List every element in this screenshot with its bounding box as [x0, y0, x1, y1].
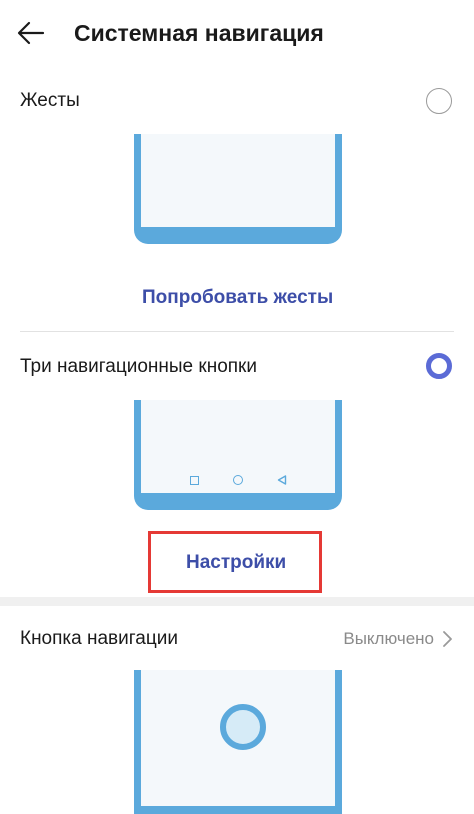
chevron-right-icon[interactable] [440, 630, 454, 648]
three-buttons-preview-image [134, 400, 342, 510]
recents-square-icon [189, 475, 199, 485]
gestures-radio[interactable] [426, 88, 452, 114]
home-circle-icon [232, 475, 243, 485]
nav-button-preview-image [134, 670, 342, 814]
try-gestures-link[interactable]: Попробовать жесты [142, 287, 333, 309]
back-triangle-icon [277, 475, 286, 485]
nav-button-status: Выключено [343, 629, 434, 648]
app-bar: Системная навигация [0, 0, 474, 72]
gestures-preview-image [134, 134, 342, 244]
three-buttons-radio[interactable] [426, 353, 452, 379]
gestures-label: Жесты [20, 90, 80, 111]
phone-bottom-bar [141, 493, 335, 503]
back-button[interactable] [16, 18, 56, 54]
divider [20, 331, 454, 332]
page-title: Системная навигация [74, 20, 324, 46]
nav-button-label[interactable]: Кнопка навигации [20, 628, 178, 650]
settings-link[interactable]: Настройки [186, 552, 286, 574]
floating-nav-button-icon [220, 704, 266, 750]
three-buttons-label: Три навигационные кнопки [20, 356, 257, 377]
back-arrow-icon [17, 21, 45, 45]
section-separator [0, 597, 474, 606]
nav-icons-preview [141, 475, 335, 485]
phone-bottom-bar [141, 227, 335, 237]
phone-bottom-bar [141, 806, 335, 814]
